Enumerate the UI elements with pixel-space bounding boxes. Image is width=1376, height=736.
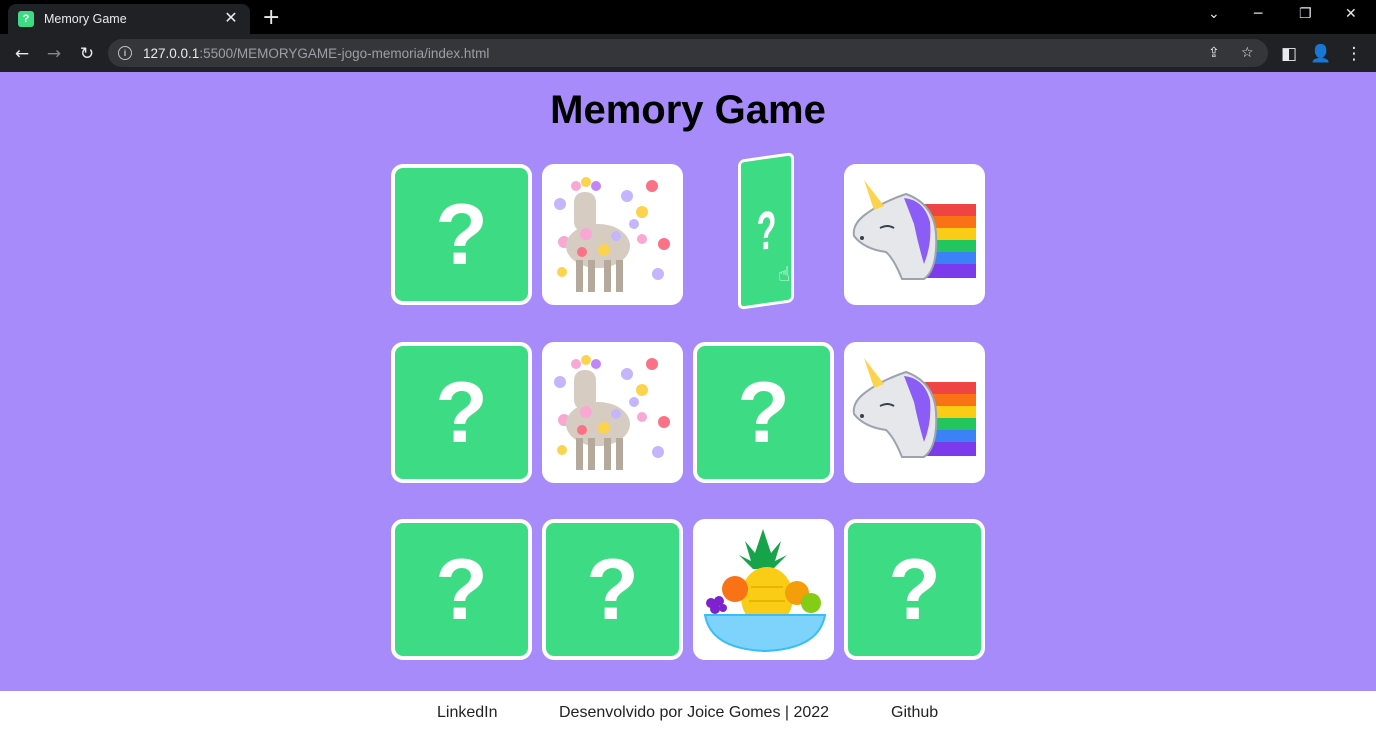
card-hidden[interactable]: ? — [391, 164, 532, 305]
question-mark-icon: ? — [435, 541, 488, 638]
github-link[interactable]: Github — [891, 704, 938, 722]
card-revealed-llama[interactable] — [542, 164, 683, 305]
unicorn-icon — [852, 180, 976, 280]
favicon-icon: ? — [18, 11, 34, 27]
card-hidden[interactable]: ? — [693, 342, 834, 483]
tab-search-icon[interactable]: ⌄ — [1208, 6, 1220, 22]
card-hidden[interactable]: ? — [844, 519, 985, 660]
question-mark-icon: ? — [737, 364, 790, 461]
question-mark-icon: ? — [888, 541, 941, 638]
url-path: :5500/MEMORYGAME-jogo-memoria/index.html — [199, 45, 490, 61]
unicorn-icon — [852, 358, 976, 458]
llama-icon — [554, 177, 670, 292]
tab-title: Memory Game — [44, 12, 127, 26]
info-icon[interactable]: i — [118, 46, 132, 60]
question-mark-icon: ? — [435, 186, 488, 283]
back-arrow-icon[interactable]: ← — [10, 42, 34, 66]
forward-arrow-icon[interactable]: → — [42, 42, 66, 66]
reload-icon[interactable]: ↻ — [75, 42, 99, 66]
page-title: Memory Game — [550, 88, 826, 132]
fruit-bowl-icon — [703, 529, 827, 653]
question-mark-icon: ? — [756, 199, 776, 263]
star-icon[interactable]: ☆ — [1241, 45, 1254, 61]
url-host: 127.0.0.1 — [143, 45, 200, 61]
url-text: 127.0.0.1:5500/MEMORYGAME-jogo-memoria/i… — [143, 46, 489, 61]
card-hidden[interactable]: ? — [542, 519, 683, 660]
card-flipping[interactable]: ? — [738, 152, 794, 310]
hand-cursor-icon: ☝ — [778, 262, 791, 286]
linkedin-link[interactable]: LinkedIn — [437, 704, 498, 722]
card-revealed-llama[interactable] — [542, 342, 683, 483]
card-revealed-unicorn[interactable] — [844, 342, 985, 483]
profile-icon[interactable]: 👤 — [1309, 42, 1333, 66]
window-close-icon[interactable]: ✕ — [1345, 6, 1357, 22]
card-revealed-unicorn[interactable] — [844, 164, 985, 305]
address-bar[interactable]: i 127.0.0.1:5500/MEMORYGAME-jogo-memoria… — [108, 39, 1268, 67]
minimize-icon[interactable]: ─ — [1254, 6, 1262, 22]
close-tab-icon[interactable]: ✕ — [222, 11, 240, 27]
tab-bar: ? Memory Game ✕ + ⌄ ─ ❐ ✕ — [0, 0, 1376, 34]
llama-icon — [554, 355, 670, 470]
browser-tab[interactable]: ? Memory Game ✕ — [8, 4, 250, 34]
restore-icon[interactable]: ❐ — [1299, 6, 1312, 22]
new-tab-button[interactable]: + — [262, 7, 280, 29]
card-revealed-fruit-bowl[interactable] — [693, 519, 834, 660]
question-mark-icon: ? — [435, 364, 488, 461]
share-icon[interactable]: ⇪ — [1208, 45, 1220, 61]
credit-text: Desenvolvido por Joice Gomes | 2022 — [559, 704, 830, 721]
browser-toolbar: ← → ↻ i 127.0.0.1:5500/MEMORYGAME-jogo-m… — [0, 34, 1376, 72]
card-hidden[interactable]: ? — [391, 342, 532, 483]
card-hidden[interactable]: ? — [391, 519, 532, 660]
side-panel-icon[interactable]: ◧ — [1277, 42, 1301, 66]
footer: LinkedIn Desenvolvido por Joice Gomes | … — [0, 691, 1376, 736]
menu-icon[interactable]: ⋮ — [1342, 42, 1366, 66]
question-mark-icon: ? — [586, 541, 639, 638]
